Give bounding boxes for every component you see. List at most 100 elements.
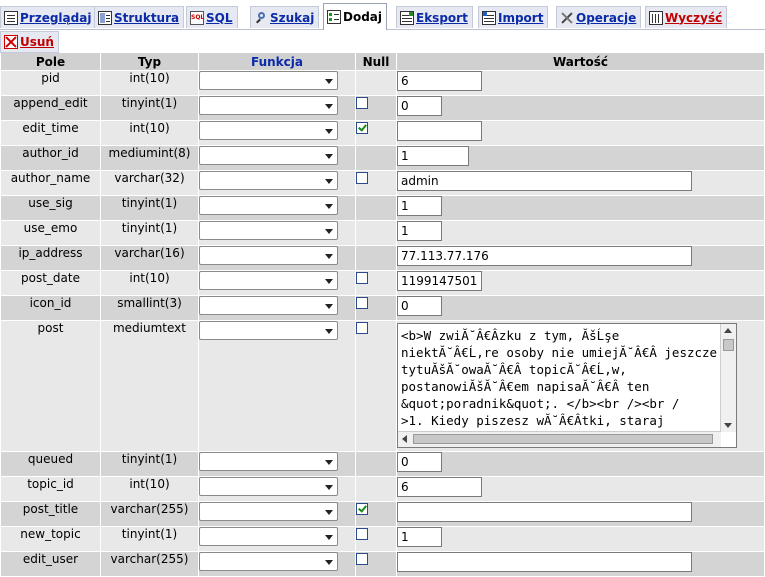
- field-name: topic_id: [1, 477, 100, 501]
- tab-search[interactable]: Szukaj: [250, 6, 320, 28]
- value-input[interactable]: 1: [397, 527, 442, 547]
- value-input[interactable]: 6: [397, 71, 482, 91]
- null-checkbox[interactable]: [356, 122, 368, 134]
- empty-table-icon: [649, 10, 663, 25]
- scroll-up-icon[interactable]: [724, 328, 732, 333]
- null-cell: [356, 321, 396, 451]
- function-select[interactable]: [199, 527, 338, 546]
- function-select[interactable]: [199, 96, 338, 115]
- chevron-down-icon: [325, 154, 333, 159]
- function-cell: [199, 502, 355, 526]
- function-select[interactable]: [199, 271, 338, 290]
- tab-import[interactable]: Import: [478, 6, 549, 28]
- value-cell: 6: [397, 71, 764, 95]
- tab-bar-second-row: Usuń: [0, 30, 765, 53]
- null-checkbox[interactable]: [356, 297, 368, 309]
- scroll-down-icon[interactable]: [724, 423, 732, 428]
- value-cell: [397, 502, 764, 526]
- value-input[interactable]: 1199147501: [397, 271, 482, 291]
- value-input[interactable]: 1: [397, 196, 442, 216]
- value-cell: 1199147501: [397, 271, 764, 295]
- function-cell: [199, 271, 355, 295]
- function-select[interactable]: [199, 146, 338, 165]
- value-input[interactable]: [397, 121, 482, 141]
- function-select[interactable]: [199, 552, 338, 571]
- field-type: mediumtext: [101, 321, 198, 451]
- field-type: tinyint(1): [101, 452, 198, 476]
- tab-operations[interactable]: Operacje: [556, 6, 642, 28]
- null-cell: [356, 246, 396, 270]
- tab-label: Dodaj: [343, 10, 383, 24]
- null-checkbox[interactable]: [356, 503, 368, 515]
- horizontal-scrollbar[interactable]: [398, 431, 721, 447]
- scroll-thumb[interactable]: [723, 339, 734, 351]
- column-header-null: Null: [356, 53, 396, 70]
- function-select[interactable]: [199, 502, 338, 521]
- function-select[interactable]: [199, 121, 338, 140]
- function-cell: [199, 171, 355, 195]
- function-select[interactable]: [199, 171, 338, 190]
- null-checkbox[interactable]: [356, 272, 368, 284]
- null-checkbox[interactable]: [356, 528, 368, 540]
- export-icon: [400, 10, 414, 25]
- tab-empty[interactable]: Wyczyść: [645, 6, 728, 28]
- value-cell: [397, 552, 764, 576]
- null-checkbox[interactable]: [356, 97, 368, 109]
- null-checkbox[interactable]: [356, 553, 368, 565]
- value-input[interactable]: [397, 552, 692, 572]
- tab-drop[interactable]: Usuń: [0, 31, 59, 53]
- field-type: tinyint(1): [101, 221, 198, 245]
- null-checkbox[interactable]: [356, 322, 368, 334]
- value-input[interactable]: 1: [397, 221, 442, 241]
- value-input[interactable]: [397, 502, 692, 522]
- field-name: ip_address: [1, 246, 100, 270]
- function-select[interactable]: [199, 321, 338, 340]
- function-select[interactable]: [199, 221, 338, 240]
- chevron-down-icon: [325, 79, 333, 84]
- chevron-down-icon: [325, 485, 333, 490]
- function-select[interactable]: [199, 452, 338, 471]
- value-input[interactable]: 0: [397, 96, 442, 116]
- chevron-down-icon: [325, 229, 333, 234]
- chevron-down-icon: [325, 535, 333, 540]
- function-select[interactable]: [199, 196, 338, 215]
- tab-browse[interactable]: Przeglądaj: [0, 6, 97, 28]
- function-select[interactable]: [199, 296, 338, 315]
- function-cell: [199, 96, 355, 120]
- null-cell: [356, 221, 396, 245]
- value-input[interactable]: admin: [397, 171, 692, 191]
- tab-label: Przeglądaj: [20, 10, 92, 25]
- column-header-function[interactable]: Funkcja: [199, 53, 355, 70]
- function-select[interactable]: [199, 477, 338, 496]
- structure-icon: [98, 10, 112, 25]
- null-checkbox[interactable]: [356, 172, 368, 184]
- value-textarea[interactable]: <b>W zwiĂ˘Â€Âzku z tym, ĂšĹşe niektĂ˘Â€Ĺ…: [397, 323, 737, 448]
- value-cell: 0: [397, 452, 764, 476]
- value-input[interactable]: 0: [397, 296, 442, 316]
- value-input[interactable]: 1: [397, 146, 469, 166]
- field-name: author_id: [1, 146, 100, 170]
- table-row: topic_id int(10) 6: [1, 477, 764, 501]
- function-cell: [199, 477, 355, 501]
- value-input[interactable]: 77.113.77.176: [397, 246, 692, 266]
- tab-sql[interactable]: SQL SQL: [186, 6, 238, 28]
- scroll-thumb[interactable]: [413, 434, 713, 444]
- vertical-scrollbar[interactable]: [720, 324, 736, 432]
- value-input[interactable]: 0: [397, 452, 442, 472]
- field-type: mediumint(8): [101, 146, 198, 170]
- tab-structure[interactable]: Struktura: [94, 6, 185, 28]
- tab-export[interactable]: Eksport: [396, 6, 473, 28]
- function-cell: [199, 321, 355, 451]
- function-select[interactable]: [199, 71, 338, 90]
- table-row: icon_id smallint(3) 0: [1, 296, 764, 320]
- function-select[interactable]: [199, 246, 338, 265]
- operations-icon: [560, 11, 574, 25]
- column-header-value: Wartość: [397, 53, 764, 70]
- table-row: queued tinyint(1) 0: [1, 452, 764, 476]
- scroll-left-icon[interactable]: [402, 435, 407, 443]
- value-input[interactable]: 6: [397, 477, 482, 497]
- value-cell: 0: [397, 96, 764, 120]
- tab-insert[interactable]: Dodaj: [323, 3, 388, 30]
- null-cell: [356, 71, 396, 95]
- field-type: varchar(255): [101, 502, 198, 526]
